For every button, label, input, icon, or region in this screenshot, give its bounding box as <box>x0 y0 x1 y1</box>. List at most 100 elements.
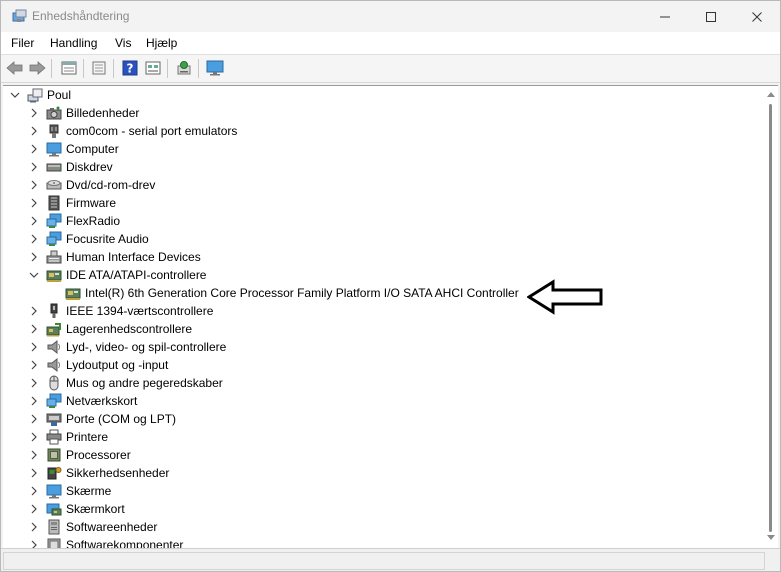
tree-child-item[interactable]: Intel(R) 6th Generation Core Processor F… <box>3 284 743 302</box>
tree-item-label: Lyd-, video- og spil-controllere <box>66 340 227 354</box>
tree-category-item[interactable]: Diskdrev <box>3 158 743 176</box>
tree-category-item[interactable]: Computer <box>3 140 743 158</box>
chevron-right-icon[interactable] <box>28 467 40 479</box>
maximize-icon <box>706 11 716 22</box>
scan-icon <box>177 61 191 75</box>
chevron-right-icon[interactable] <box>28 251 40 263</box>
toolbar: ? <box>1 54 780 83</box>
monitor-button[interactable] <box>205 59 225 77</box>
chevron-right-icon[interactable] <box>28 215 40 227</box>
chevron-right-icon[interactable] <box>28 449 40 461</box>
chevron-right-icon[interactable] <box>28 143 40 155</box>
menu-help[interactable]: Hjælp <box>146 36 177 50</box>
tree-item-label: Porte (COM og LPT) <box>66 412 177 426</box>
title-bar: Enhedshåndtering <box>1 1 780 32</box>
tree-category-item[interactable]: Firmware <box>3 194 743 212</box>
menu-view[interactable]: Vis <box>115 36 131 50</box>
tree-category-item[interactable]: Lyd-, video- og spil-controllere <box>3 338 743 356</box>
tree-category-item[interactable]: Porte (COM og LPT) <box>3 410 743 428</box>
network-icon <box>46 213 62 228</box>
tree-category-item[interactable]: FlexRadio <box>3 212 743 230</box>
chevron-down-icon[interactable] <box>28 269 40 281</box>
tree-category-item[interactable]: Lydoutput og -input <box>3 356 743 374</box>
chevron-right-icon[interactable] <box>28 107 40 119</box>
menu-action[interactable]: Handling <box>50 36 97 50</box>
chevron-right-icon[interactable] <box>28 413 40 425</box>
tree-category-item[interactable]: IEEE 1394-værtscontrollere <box>3 302 743 320</box>
tree-category-item[interactable]: Dvd/cd-rom-drev <box>3 176 743 194</box>
tree-category-item[interactable]: Skærmkort <box>3 500 743 518</box>
vertical-scrollbar[interactable] <box>764 85 778 548</box>
tree-item-label: Firmware <box>66 196 116 210</box>
tree-category-item[interactable]: Printere <box>3 428 743 446</box>
properties-button[interactable] <box>59 59 79 77</box>
tree-category-item[interactable]: Human Interface Devices <box>3 248 743 266</box>
help-icon: ? <box>122 60 138 76</box>
chevron-right-icon[interactable] <box>28 395 40 407</box>
tree-category-item[interactable]: Skærme <box>3 482 743 500</box>
back-icon <box>6 61 23 75</box>
menu-file[interactable]: Filer <box>11 36 34 50</box>
tree-category-item[interactable]: Netværkskort <box>3 392 743 410</box>
chevron-right-icon[interactable] <box>28 125 40 137</box>
back-button[interactable] <box>5 59 25 77</box>
tree-root[interactable]: Poul <box>3 86 743 104</box>
chevron-right-icon[interactable] <box>28 233 40 245</box>
tree-item-label: FlexRadio <box>66 214 121 228</box>
toolbar-separator <box>198 59 199 78</box>
close-icon <box>752 11 762 22</box>
tree-item-label: Softwarekomponenter <box>66 538 184 548</box>
chevron-right-icon[interactable] <box>28 539 40 548</box>
tree-category-item[interactable]: Billedenheder <box>3 104 743 122</box>
properties-icon <box>61 61 77 75</box>
chevron-right-icon[interactable] <box>28 521 40 533</box>
minimize-button[interactable] <box>642 1 688 32</box>
chevron-right-icon[interactable] <box>28 359 40 371</box>
maximize-button[interactable] <box>688 1 734 32</box>
chevron-right-icon[interactable] <box>28 503 40 515</box>
scroll-up-icon[interactable] <box>767 91 775 97</box>
tree-category-item[interactable]: Softwarekomponenter <box>3 536 743 548</box>
tree-category-item[interactable]: com0com - serial port emulators <box>3 122 743 140</box>
tree-category-item[interactable]: Mus og andre pegeredskaber <box>3 374 743 392</box>
device-tree: Poul Billedenheder com0com - serial port … <box>3 85 764 548</box>
scrollbar-thumb[interactable] <box>769 104 772 532</box>
speaker-icon <box>47 339 60 355</box>
tree-item-label: Mus og andre pegeredskaber <box>66 376 223 390</box>
chevron-right-icon[interactable] <box>28 377 40 389</box>
scroll-down-icon[interactable] <box>767 535 775 541</box>
svg-text:?: ? <box>127 62 134 76</box>
tree-item-label: Processorer <box>66 448 131 462</box>
chevron-down-icon[interactable] <box>9 89 21 101</box>
close-button[interactable] <box>734 1 780 32</box>
forward-button[interactable] <box>27 59 47 77</box>
help-button[interactable]: ? <box>120 59 140 77</box>
window-title: Enhedshåndtering <box>32 9 130 23</box>
chevron-right-icon[interactable] <box>28 179 40 191</box>
tree-category-item[interactable]: Softwareenheder <box>3 518 743 536</box>
tree-item-label: Human Interface Devices <box>66 250 201 264</box>
speaker-icon <box>47 357 60 373</box>
tree-category-item[interactable]: Lagerenhedscontrollere <box>3 320 743 338</box>
view-button[interactable] <box>143 59 163 77</box>
storage-controller-icon <box>46 323 61 337</box>
firewire-icon <box>50 303 58 318</box>
chevron-right-icon[interactable] <box>28 341 40 353</box>
tree-category-item[interactable]: Focusrite Audio <box>3 230 743 248</box>
tree-category-item[interactable]: Sikkerhedsenheder <box>3 464 743 482</box>
chevron-right-icon[interactable] <box>28 197 40 209</box>
chevron-right-icon[interactable] <box>28 161 40 173</box>
chevron-right-icon[interactable] <box>28 323 40 335</box>
chevron-right-icon[interactable] <box>28 431 40 443</box>
tree-category-item[interactable]: Processorer <box>3 446 743 464</box>
tree-item-label: Computer <box>66 142 119 156</box>
dvd-icon <box>46 180 62 190</box>
tree-category-item[interactable]: IDE ATA/ATAPI-controllere <box>3 266 743 284</box>
processor-icon <box>47 448 61 462</box>
toolbar-separator <box>113 59 114 78</box>
scan-button[interactable] <box>174 59 194 77</box>
printer-icon <box>46 429 62 445</box>
chevron-right-icon[interactable] <box>28 305 40 317</box>
update-button[interactable] <box>89 59 109 77</box>
chevron-right-icon[interactable] <box>28 485 40 497</box>
